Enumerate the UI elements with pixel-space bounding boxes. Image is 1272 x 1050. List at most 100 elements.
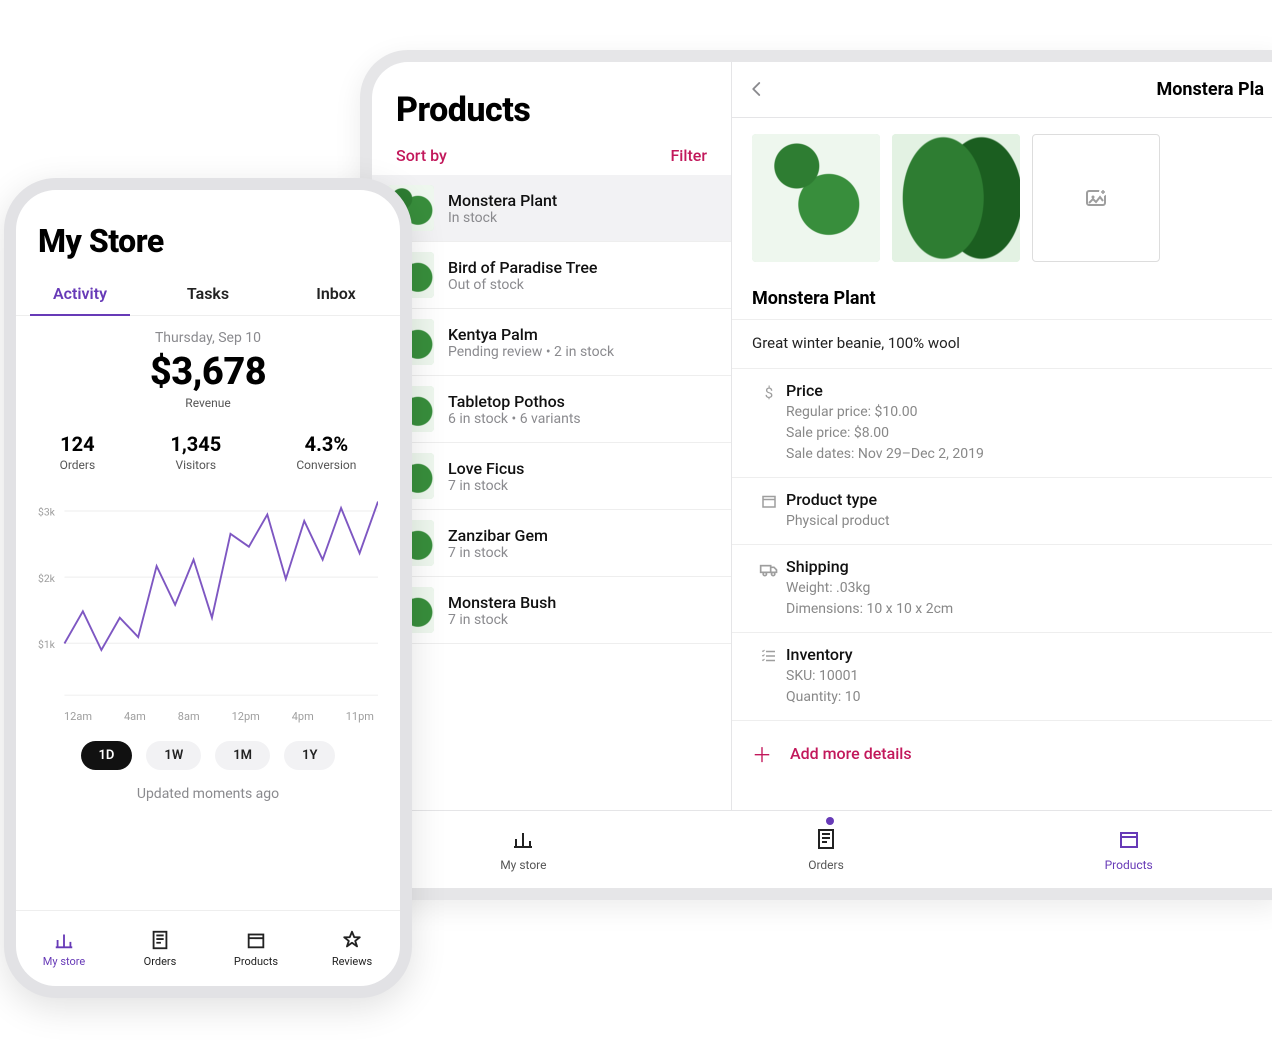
add-image-button[interactable] [1032, 134, 1160, 262]
product-detail-panel: Monstera Pla [732, 62, 1272, 888]
product-name: Kentya Palm [448, 325, 614, 344]
shipping-title: Shipping [786, 557, 1260, 576]
nav-products-label: Products [1105, 858, 1153, 872]
product-image[interactable] [892, 134, 1020, 262]
product-item[interactable]: Monstera Bush 7 in stock [372, 577, 731, 644]
product-image[interactable] [752, 134, 880, 262]
phone-nav-products-label: Products [234, 955, 278, 968]
product-subtext: 7 in stock [448, 612, 556, 628]
detail-product-name: Monstera Plant [732, 278, 1272, 319]
truck-icon [752, 557, 786, 620]
price-regular: Regular price: $10.00 [786, 402, 1260, 423]
phone-nav-products[interactable]: Products [208, 911, 304, 986]
stat-visitors: 1,345 Visitors [170, 432, 221, 472]
product-type-title: Product type [786, 490, 1260, 509]
filter-link[interactable]: Filter [670, 146, 707, 165]
price-row[interactable]: $ Price Regular price: $10.00 Sale price… [732, 369, 1272, 478]
phone-nav-mystore[interactable]: My store [16, 911, 112, 986]
inventory-sku: SKU: 10001 [786, 666, 1260, 687]
inventory-title: Inventory [786, 645, 1260, 664]
phone-bottom-nav: My store Orders Products Reviews [16, 910, 400, 986]
x-tick: 12am [64, 710, 92, 723]
x-tick: 4am [124, 710, 146, 723]
y-tick: $1k [38, 638, 56, 651]
inventory-row[interactable]: Inventory SKU: 10001 Quantity: 10 [732, 633, 1272, 721]
phone-nav-orders[interactable]: Orders [112, 911, 208, 986]
nav-mystore[interactable]: My store [372, 811, 675, 888]
stat-conversion: 4.3% Conversion [296, 432, 356, 472]
shipping-row[interactable]: Shipping Weight: .03kg Dimensions: 10 x … [732, 545, 1272, 633]
product-item[interactable]: Zanzibar Gem 7 in stock [372, 510, 731, 577]
product-list: Monstera Plant In stock Bird of Paradise… [372, 175, 731, 888]
x-tick: 11pm [346, 710, 374, 723]
dollar-icon: $ [752, 381, 786, 465]
tab-activity[interactable]: Activity [16, 274, 144, 315]
product-name: Monstera Plant [448, 191, 557, 210]
products-heading: Products [372, 62, 731, 136]
notification-dot-icon [826, 817, 834, 825]
product-subtext: 7 in stock [448, 478, 524, 494]
chart-icon [53, 929, 75, 951]
phone-nav-mystore-label: My store [43, 955, 85, 968]
nav-products[interactable]: Products [977, 811, 1272, 888]
range-1d[interactable]: 1D [81, 741, 133, 770]
y-tick: $3k [38, 506, 56, 519]
plus-icon: ＋ [752, 739, 772, 768]
product-item[interactable]: Bird of Paradise Tree Out of stock [372, 242, 731, 309]
add-image-icon [1084, 186, 1108, 210]
stat-orders: 124 Orders [60, 432, 96, 472]
product-item[interactable]: Kentya Palm Pending review • 2 in stock [372, 309, 731, 376]
nav-orders[interactable]: Orders [675, 811, 978, 888]
stat-conversion-value: 4.3% [296, 432, 356, 456]
product-subtext: Out of stock [448, 277, 597, 293]
detail-header-title: Monstera Pla [776, 79, 1264, 100]
box-icon [752, 490, 786, 532]
product-name: Monstera Bush [448, 593, 556, 612]
star-icon [341, 929, 363, 951]
store-title: My Store [16, 204, 400, 274]
phone-nav-reviews-label: Reviews [332, 955, 372, 968]
add-more-details-link[interactable]: ＋ Add more details [732, 721, 1272, 786]
nav-mystore-label: My store [500, 858, 546, 872]
shipping-weight: Weight: .03kg [786, 578, 1260, 599]
chart-icon [511, 827, 535, 854]
x-tick: 8am [178, 710, 200, 723]
product-subtext: 6 in stock • 6 variants [448, 411, 581, 427]
revenue-chart: $3k $2k $1k 12am 4am 8am 12pm 4pm 11pm 1… [16, 482, 400, 910]
back-chevron-icon[interactable] [748, 76, 776, 104]
receipt-icon [814, 827, 838, 854]
x-tick: 4pm [292, 710, 314, 723]
product-item[interactable]: Tabletop Pothos 6 in stock • 6 variants [372, 376, 731, 443]
product-name: Zanzibar Gem [448, 526, 548, 545]
phone-tabs: Activity Tasks Inbox [16, 274, 400, 316]
stat-orders-label: Orders [60, 458, 96, 472]
product-name: Bird of Paradise Tree [448, 258, 597, 277]
range-1m[interactable]: 1M [215, 741, 270, 770]
product-type-row[interactable]: Product type Physical product [732, 478, 1272, 545]
phone-nav-reviews[interactable]: Reviews [304, 911, 400, 986]
price-dates: Sale dates: Nov 29–Dec 2, 2019 [786, 444, 1260, 465]
y-tick: $2k [38, 572, 56, 585]
tab-inbox[interactable]: Inbox [272, 274, 400, 315]
tab-tasks[interactable]: Tasks [144, 274, 272, 315]
product-item[interactable]: Monstera Plant In stock [372, 175, 731, 242]
revenue-label: Revenue [16, 394, 400, 410]
revenue-amount: $3,678 [16, 346, 400, 394]
date-label: Thursday, Sep 10 [16, 316, 400, 346]
tablet-device: Products Sort by Filter Monstera Plant I… [360, 50, 1272, 900]
tablet-bottom-nav: My store Orders Products [372, 810, 1272, 888]
x-axis-labels: 12am 4am 8am 12pm 4pm 11pm [38, 706, 378, 723]
box-icon [245, 929, 267, 951]
sort-by-link[interactable]: Sort by [396, 146, 447, 165]
updated-label: Updated moments ago [38, 770, 378, 812]
range-selector: 1D 1W 1M 1Y [38, 723, 378, 770]
product-item[interactable]: Love Ficus 7 in stock [372, 443, 731, 510]
product-type-value: Physical product [786, 511, 1260, 532]
stat-orders-value: 124 [60, 432, 96, 456]
stat-visitors-label: Visitors [170, 458, 221, 472]
range-1w[interactable]: 1W [146, 741, 201, 770]
product-name: Love Ficus [448, 459, 524, 478]
range-1y[interactable]: 1Y [284, 741, 335, 770]
inventory-qty: Quantity: 10 [786, 687, 1260, 708]
products-panel: Products Sort by Filter Monstera Plant I… [372, 62, 732, 888]
